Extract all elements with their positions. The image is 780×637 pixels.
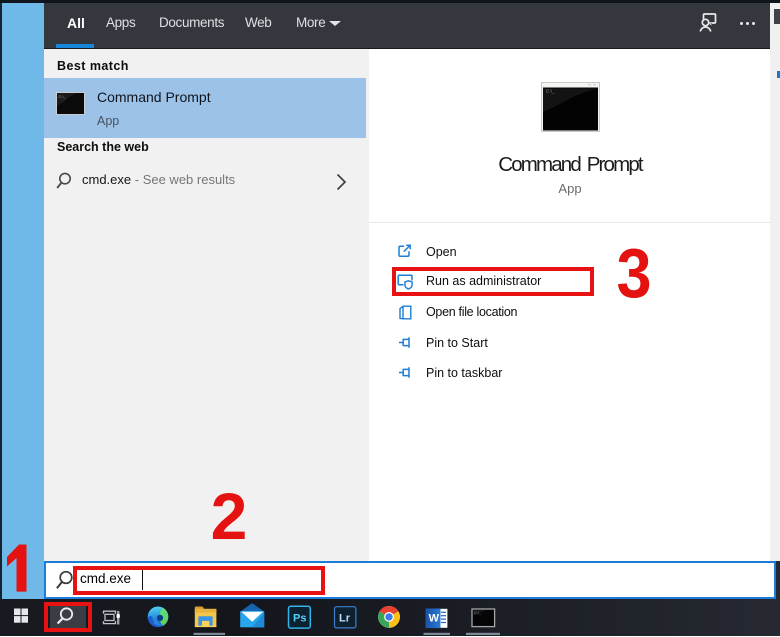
- svg-text:C:\_: C:\_: [59, 94, 67, 99]
- svg-text:C:\_: C:\_: [474, 610, 482, 615]
- svg-text:Lr: Lr: [339, 612, 351, 624]
- svg-text:W: W: [429, 612, 440, 624]
- svg-text:C:\_: C:\_: [546, 89, 555, 94]
- svg-text:Ps: Ps: [293, 612, 306, 624]
